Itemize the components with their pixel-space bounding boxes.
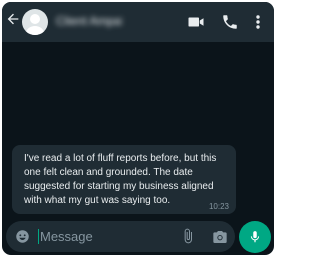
camera-icon[interactable] [212,229,228,245]
phone-call-icon[interactable] [221,13,239,31]
message-list[interactable]: I've read a lot of fluff reports before,… [2,42,274,215]
message-composer [6,221,235,252]
contact-name[interactable]: Client Ampah [56,14,122,28]
video-call-icon[interactable] [187,13,205,31]
emoji-icon[interactable] [15,229,30,244]
text-caret [38,229,39,244]
chat-header: Client Ampah [2,2,274,42]
message-timestamp: 10:23 [208,202,229,211]
message-text: I've read a lot of fluff reports before,… [24,153,217,206]
more-vertical-icon[interactable] [252,13,264,31]
incoming-message-bubble[interactable]: I've read a lot of fluff reports before,… [12,145,236,214]
microphone-button[interactable] [239,221,271,253]
chat-screen: Client Ampah I've read a lot of fluff re… [2,2,274,255]
message-input[interactable] [40,227,160,246]
avatar[interactable] [22,9,48,35]
microphone-icon [250,231,260,243]
paperclip-icon[interactable] [180,228,196,244]
back-arrow-icon[interactable] [5,11,21,27]
